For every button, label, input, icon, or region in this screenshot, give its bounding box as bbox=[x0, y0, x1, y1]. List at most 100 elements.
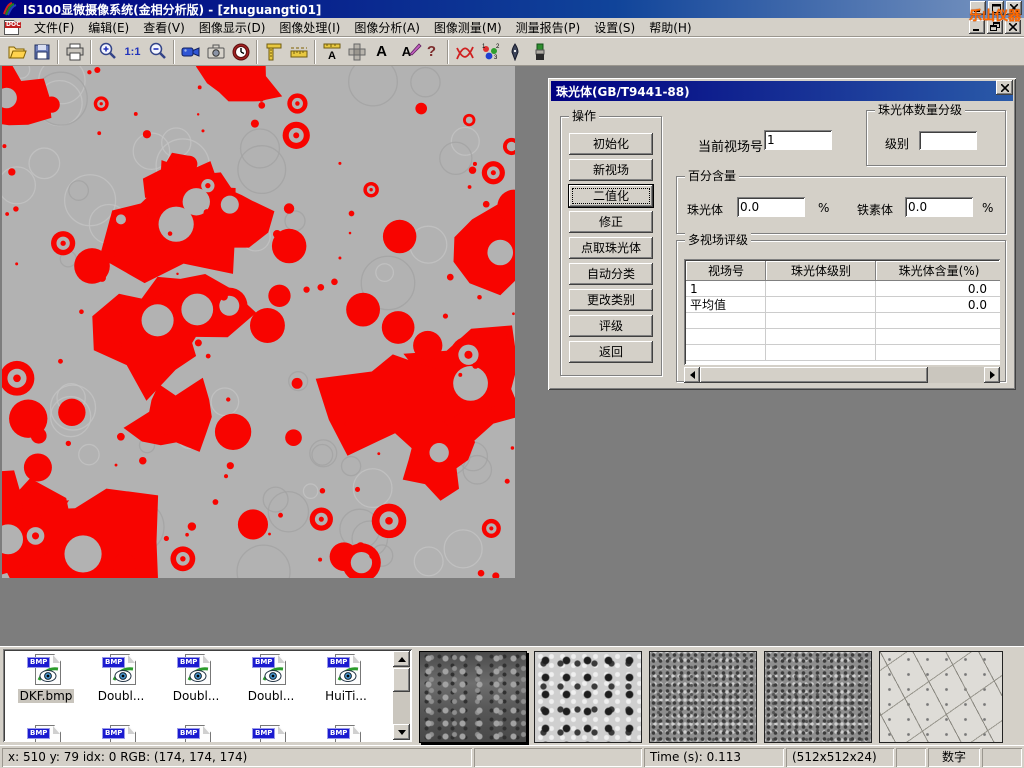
thumbnail-strip bbox=[419, 648, 1003, 745]
percent-sign: % bbox=[818, 201, 829, 215]
file-item[interactable]: BMP HuiTi... bbox=[309, 654, 383, 703]
table-empty-row bbox=[686, 329, 1000, 345]
table-row[interactable]: 平均值 0.0 bbox=[686, 297, 1000, 313]
thumbnail-selected[interactable] bbox=[419, 651, 527, 743]
curve-tool-icon[interactable] bbox=[452, 39, 477, 64]
svg-text:A: A bbox=[328, 50, 336, 61]
initialize-button[interactable]: 初始化 bbox=[569, 133, 653, 155]
scroll-right-icon[interactable] bbox=[984, 367, 1000, 383]
current-view-label: 当前视场号 bbox=[698, 136, 763, 155]
window-title: IS100显微摄像系统(金相分析版) - [zhuguangti01] bbox=[23, 1, 321, 18]
status-panel-empty bbox=[474, 748, 642, 767]
dialog-titlebar[interactable]: 珠光体(GB/T9441-88) bbox=[551, 81, 1013, 101]
text-tool-icon[interactable]: A bbox=[369, 39, 394, 64]
menu-settings[interactable]: 设置(S) bbox=[587, 17, 642, 38]
dialog-title: 珠光体(GB/T9441-88) bbox=[556, 83, 690, 100]
help-icon[interactable]: ? bbox=[419, 39, 444, 64]
grade-input[interactable] bbox=[919, 131, 977, 150]
file-item[interactable]: BMP Doubl... bbox=[84, 654, 158, 703]
table-empty-row bbox=[686, 345, 1000, 361]
ferrite-percent-input[interactable] bbox=[905, 197, 973, 217]
zoom-out-icon[interactable] bbox=[145, 39, 170, 64]
zoom-in-icon[interactable] bbox=[95, 39, 120, 64]
return-button[interactable]: 返回 bbox=[569, 341, 653, 363]
bmp-file-icon: BMP bbox=[329, 654, 363, 686]
menu-image-analysis[interactable]: 图像分析(A) bbox=[347, 17, 427, 38]
bottom-panel: BMP DKF.bmp BMP Doubl... BMP bbox=[0, 646, 1024, 745]
pearlite-dialog: 珠光体(GB/T9441-88) 操作 初始化 新视场 二值化 修正 点取珠光体… bbox=[548, 78, 1016, 390]
timer-icon[interactable] bbox=[228, 39, 253, 64]
document-icon[interactable]: DOC bbox=[4, 20, 19, 35]
scrollbar-thumb[interactable] bbox=[393, 668, 410, 692]
file-item[interactable]: BMP bbox=[234, 725, 308, 742]
thumbnail[interactable] bbox=[764, 651, 872, 743]
file-item[interactable]: BMP Doubl... bbox=[159, 654, 233, 703]
binarize-button[interactable]: 二值化 bbox=[569, 185, 653, 207]
dialog-close-icon[interactable] bbox=[996, 80, 1013, 95]
measure-label-icon[interactable]: A bbox=[319, 39, 344, 64]
col-field: 视场号 bbox=[686, 261, 766, 281]
vendor-watermark: 乐山仪器 bbox=[969, 5, 1021, 24]
current-view-input[interactable] bbox=[764, 130, 832, 150]
operations-group-title: 操作 bbox=[569, 109, 599, 123]
menu-measure-report[interactable]: 测量报告(P) bbox=[509, 17, 588, 38]
menu-help[interactable]: 帮助(H) bbox=[642, 17, 698, 38]
grade-group: 珠光体数量分级 级别 bbox=[866, 110, 1006, 166]
print-icon[interactable] bbox=[62, 39, 87, 64]
file-item[interactable]: BMP bbox=[159, 725, 233, 742]
scrollbar-thumb[interactable] bbox=[700, 367, 928, 383]
menu-view[interactable]: 查看(V) bbox=[136, 17, 192, 38]
status-panel-empty bbox=[896, 748, 926, 767]
thumbnail[interactable] bbox=[649, 651, 757, 743]
file-item[interactable]: BMP DKF.bmp bbox=[9, 654, 83, 703]
ferrite-label: 铁素体 bbox=[857, 201, 893, 218]
scroll-left-icon[interactable] bbox=[684, 367, 700, 383]
open-icon[interactable] bbox=[4, 39, 29, 64]
file-list-scrollbar[interactable] bbox=[393, 651, 410, 740]
menu-file[interactable]: 文件(F) bbox=[27, 17, 81, 38]
menu-image-display[interactable]: 图像显示(D) bbox=[192, 17, 273, 38]
table-row[interactable]: 1 0.0 bbox=[686, 281, 1000, 297]
scroll-up-icon[interactable] bbox=[393, 651, 410, 667]
toolbar-separator bbox=[57, 40, 59, 64]
brush-tool-icon[interactable] bbox=[527, 39, 552, 64]
toolbar-separator bbox=[90, 40, 92, 64]
percent-group-title: 百分含量 bbox=[685, 169, 739, 183]
ruler-icon[interactable] bbox=[286, 39, 311, 64]
menu-image-processing[interactable]: 图像处理(I) bbox=[272, 17, 347, 38]
scroll-down-icon[interactable] bbox=[393, 724, 410, 740]
annotate-tool-icon[interactable]: A bbox=[394, 39, 419, 64]
file-item[interactable]: BMP bbox=[84, 725, 158, 742]
bmp-file-icon: BMP bbox=[104, 654, 138, 686]
app-icon bbox=[3, 2, 19, 16]
menu-image-measure[interactable]: 图像测量(M) bbox=[427, 17, 509, 38]
pearlite-percent-input[interactable] bbox=[737, 197, 805, 217]
zoom-actual-icon[interactable]: 1:1 bbox=[120, 39, 145, 64]
correct-button[interactable]: 修正 bbox=[569, 211, 653, 233]
classify-tool-icon[interactable]: 123 bbox=[477, 39, 502, 64]
toolbar-separator bbox=[173, 40, 175, 64]
thumbnail[interactable] bbox=[879, 651, 1003, 743]
toolbar-separator bbox=[447, 40, 449, 64]
caliper-icon[interactable] bbox=[261, 39, 286, 64]
change-class-button[interactable]: 更改类别 bbox=[569, 289, 653, 311]
save-icon[interactable] bbox=[29, 39, 54, 64]
table-empty-row bbox=[686, 313, 1000, 329]
menu-edit[interactable]: 编辑(E) bbox=[81, 17, 136, 38]
pen-tool-icon[interactable] bbox=[502, 39, 527, 64]
table-horizontal-scrollbar[interactable] bbox=[684, 367, 1000, 383]
grid-tool-icon[interactable] bbox=[344, 39, 369, 64]
pick-pearlite-button[interactable]: 点取珠光体 bbox=[569, 237, 653, 259]
file-item[interactable]: BMP Doubl... bbox=[234, 654, 308, 703]
camera-icon[interactable] bbox=[203, 39, 228, 64]
bmp-file-icon: BMP bbox=[29, 654, 63, 686]
thumbnail[interactable] bbox=[534, 651, 642, 743]
file-item[interactable]: BMP bbox=[9, 725, 83, 742]
specimen-image[interactable] bbox=[2, 66, 515, 578]
new-field-button[interactable]: 新视场 bbox=[569, 159, 653, 181]
auto-classify-button[interactable]: 自动分类 bbox=[569, 263, 653, 285]
file-name: Doubl... bbox=[246, 689, 297, 703]
rate-button[interactable]: 评级 bbox=[569, 315, 653, 337]
file-item[interactable]: BMP bbox=[309, 725, 383, 742]
video-camera-icon[interactable] bbox=[178, 39, 203, 64]
